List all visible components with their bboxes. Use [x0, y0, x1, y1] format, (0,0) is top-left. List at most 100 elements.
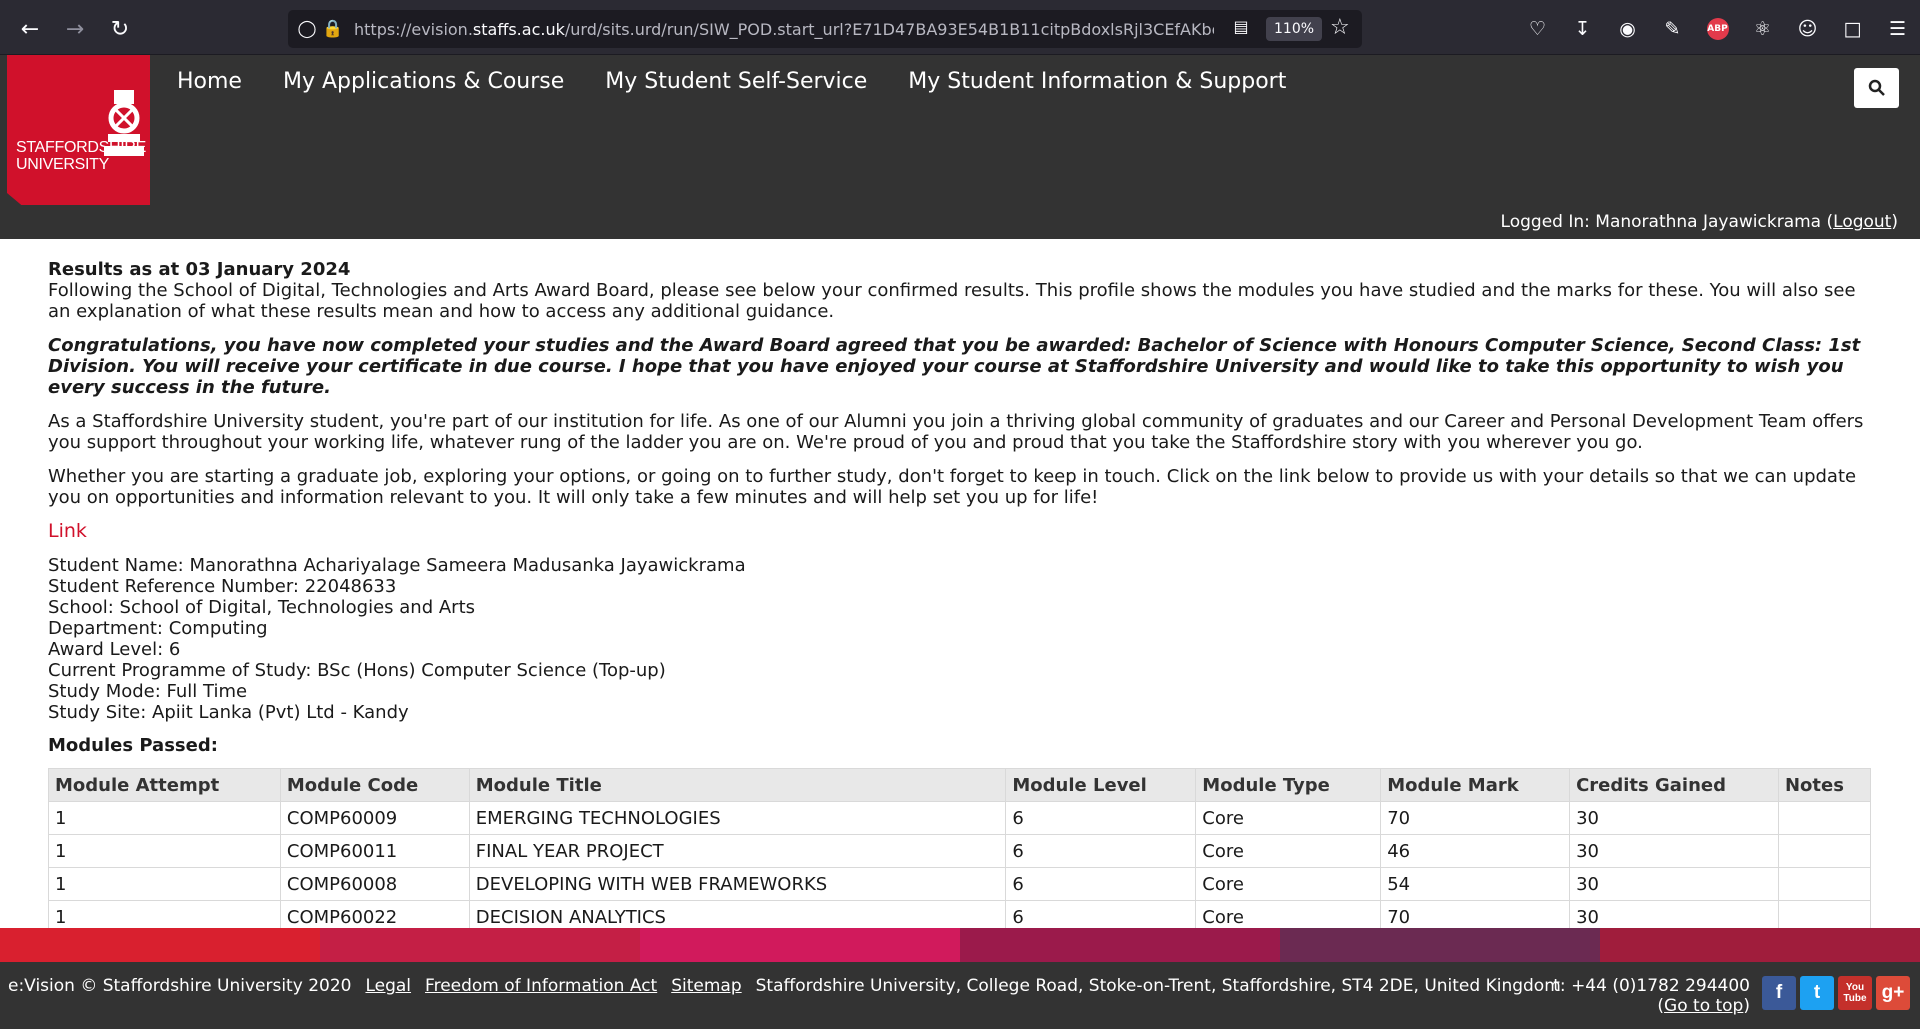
col-credits-gained: Credits Gained: [1569, 768, 1779, 802]
student-name: Student Name: Manorathna Achariyalage Sa…: [48, 555, 746, 576]
back-icon[interactable]: ←: [12, 12, 48, 46]
logout-link[interactable]: Logout: [1833, 212, 1891, 232]
table-header-row: Module Attempt Module Code Module Title …: [48, 768, 1872, 802]
cell-credits: 30: [1569, 834, 1779, 868]
search-button[interactable]: [1854, 68, 1899, 108]
cell-credits: 30: [1569, 867, 1779, 901]
stripe-segment: [960, 928, 1280, 962]
stripe-segment: [320, 928, 640, 962]
programme: Current Programme of Study: BSc (Hons) C…: [48, 660, 666, 681]
footer-sitemap-link[interactable]: Sitemap: [671, 976, 741, 996]
twitter-icon[interactable]: t: [1800, 976, 1834, 1010]
stripe-segment: [0, 928, 320, 962]
col-module-mark: Module Mark: [1380, 768, 1571, 802]
zoom-level[interactable]: 110%: [1266, 17, 1323, 41]
col-module-title: Module Title: [468, 768, 1007, 802]
site-header: STAFFORDSHIRE UNIVERSITY Home My Applica…: [0, 55, 1920, 239]
keep-in-touch-text: Whether you are starting a graduate job,…: [48, 466, 1857, 508]
footer-legal-link[interactable]: Legal: [365, 976, 411, 996]
social-links: f t You Tube g+: [1762, 976, 1910, 1010]
search-icon: [1868, 79, 1885, 96]
cell-mark: 70: [1380, 801, 1571, 835]
alumni-link[interactable]: Link: [48, 520, 87, 542]
cell-mark: 46: [1380, 834, 1571, 868]
url-text[interactable]: https://evision.staffs.ac.uk/urd/sits.ur…: [354, 20, 1214, 39]
logged-in-status: Logged In: Manorathna Jayawickrama (Logo…: [1500, 212, 1898, 232]
modules-table: Module Attempt Module Code Module Title …: [48, 768, 1872, 934]
document-icon[interactable]: □: [1830, 12, 1875, 46]
results-heading: Results as at 03 January 2024: [48, 259, 351, 280]
footer-copyright: e:Vision © Staffordshire University 2020: [8, 976, 352, 996]
extensions-icon[interactable]: ✎: [1650, 12, 1695, 46]
footer-phone: t: +44 (0)1782 294400 (Go to top): [1553, 976, 1750, 1016]
cell-type: Core: [1195, 867, 1382, 901]
footer-foi-link[interactable]: Freedom of Information Act: [425, 976, 657, 996]
col-module-type: Module Type: [1195, 768, 1382, 802]
footer-color-stripe: [0, 928, 1920, 962]
browser-toolbar: ← → ↻ ◯ 🔒 https://evision.staffs.ac.uk/u…: [0, 0, 1920, 55]
cell-attempt: 1: [48, 867, 281, 901]
cell-attempt: 1: [48, 834, 281, 868]
school: School: School of Digital, Technologies …: [48, 597, 475, 618]
cell-credits: 30: [1569, 801, 1779, 835]
facebook-icon[interactable]: f: [1762, 976, 1796, 1010]
col-module-level: Module Level: [1005, 768, 1197, 802]
student-reference: Student Reference Number: 22048633: [48, 576, 397, 597]
adblock-icon[interactable]: ABP: [1695, 12, 1740, 46]
table-row: 1 COMP60009 EMERGING TECHNOLOGIES 6 Core…: [48, 801, 1872, 835]
account-icon[interactable]: ◉: [1605, 12, 1650, 46]
nav-student-self-service[interactable]: My Student Self-Service: [605, 69, 867, 94]
cell-notes: [1777, 801, 1872, 835]
nav-student-information-support[interactable]: My Student Information & Support: [908, 69, 1286, 94]
cell-notes: [1777, 867, 1872, 901]
alumni-text: As a Staffordshire University student, y…: [48, 411, 1864, 453]
pocket-icon[interactable]: ♡: [1515, 12, 1560, 46]
cell-title: EMERGING TECHNOLOGIES: [468, 801, 1007, 835]
cell-type: Core: [1195, 834, 1382, 868]
study-mode: Study Mode: Full Time: [48, 681, 248, 702]
react-devtools-icon[interactable]: ⚛: [1740, 12, 1785, 46]
cell-code: COMP60011: [279, 834, 470, 868]
table-row: 1 COMP60011 FINAL YEAR PROJECT 6 Core 46…: [48, 834, 1872, 868]
reload-icon[interactable]: ↻: [102, 12, 138, 46]
cell-level: 6: [1005, 834, 1197, 868]
cell-code: COMP60008: [279, 867, 470, 901]
footer-address: Staffordshire University, College Road, …: [755, 976, 1561, 996]
cell-code: COMP60009: [279, 801, 470, 835]
cell-type: Core: [1195, 801, 1382, 835]
shield-icon[interactable]: ◯: [294, 10, 320, 48]
nav-home[interactable]: Home: [177, 69, 242, 94]
nav-applications-course[interactable]: My Applications & Course: [283, 69, 564, 94]
col-module-code: Module Code: [279, 768, 470, 802]
address-bar[interactable]: ◯ 🔒 https://evision.staffs.ac.uk/urd/sit…: [288, 10, 1362, 48]
downloads-icon[interactable]: ↧: [1560, 12, 1605, 46]
cell-mark: 54: [1380, 867, 1571, 901]
award-level: Award Level: 6: [48, 639, 181, 660]
congratulations-text: Congratulations, you have now completed …: [48, 335, 1861, 398]
main-content: Results as at 03 January 2024 Following …: [48, 259, 1874, 934]
google-plus-icon[interactable]: g+: [1876, 976, 1910, 1010]
forward-icon[interactable]: →: [57, 12, 93, 46]
cell-attempt: 1: [48, 801, 281, 835]
student-details: Student Name: Manorathna Achariyalage Sa…: [48, 555, 1874, 723]
stripe-segment: [640, 928, 960, 962]
col-module-attempt: Module Attempt: [48, 768, 281, 802]
col-notes: Notes: [1777, 768, 1872, 802]
youtube-icon[interactable]: You Tube: [1838, 976, 1872, 1010]
cell-level: 6: [1005, 801, 1197, 835]
go-to-top-link[interactable]: Go to top: [1664, 996, 1743, 1016]
extension-face-icon[interactable]: ☺: [1785, 12, 1830, 46]
cell-title: FINAL YEAR PROJECT: [468, 834, 1007, 868]
stripe-segment: [1280, 928, 1600, 962]
table-row: 1 COMP60008 DEVELOPING WITH WEB FRAMEWOR…: [48, 867, 1872, 901]
logo-text: STAFFORDSHIRE UNIVERSITY: [16, 139, 147, 173]
lock-icon[interactable]: 🔒: [320, 10, 346, 48]
reader-view-icon[interactable]: ▤: [1228, 17, 1254, 41]
stripe-segment: [1600, 928, 1920, 962]
menu-icon[interactable]: ☰: [1875, 12, 1920, 46]
study-site: Study Site: Apiit Lanka (Pvt) Ltd - Kand…: [48, 702, 409, 723]
department: Department: Computing: [48, 618, 268, 639]
main-nav: Home My Applications & Course My Student…: [177, 69, 1286, 94]
bookmark-star-icon[interactable]: ☆: [1330, 15, 1350, 40]
university-logo[interactable]: STAFFORDSHIRE UNIVERSITY: [7, 55, 150, 205]
